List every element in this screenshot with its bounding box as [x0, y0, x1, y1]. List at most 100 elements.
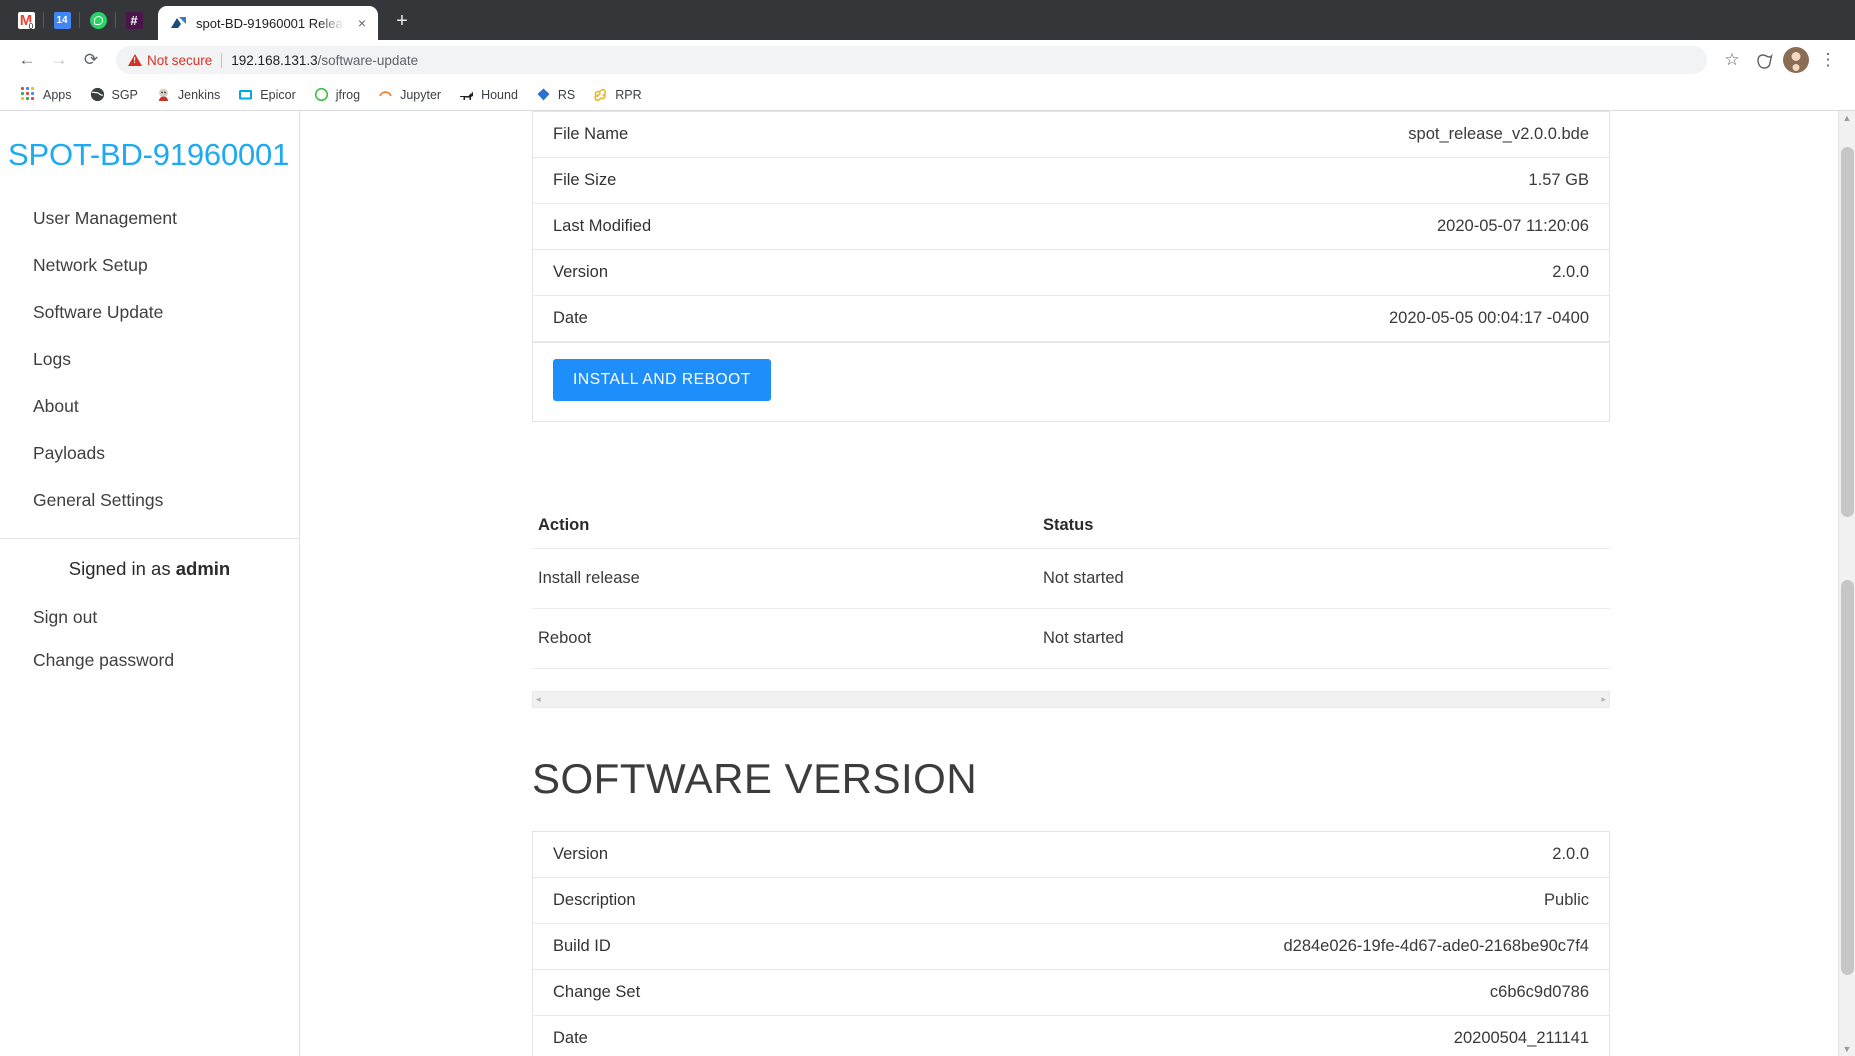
- address-bar[interactable]: Not secure 192.168.131.3 /software-updat…: [116, 46, 1707, 74]
- bookmark-label: RS: [557, 88, 576, 102]
- table-row: Build ID d284e026-19fe-4d67-ade0-2168be9…: [532, 924, 1610, 970]
- row-value: 2.0.0: [1552, 845, 1589, 863]
- browser-window: 14 spot-BD-91960001 Release × + ← → ⟳: [0, 0, 1855, 1056]
- tab-title: spot-BD-91960001 Release: [196, 15, 346, 31]
- row-key: Version: [553, 845, 609, 863]
- gmail-icon: [17, 11, 35, 29]
- sidebar-item-about[interactable]: About: [0, 383, 299, 430]
- bookmarks-bar: Apps SGP Jenkins Epicor jfrog Jupyter Ho…: [0, 80, 1855, 111]
- sidebar-item-label: Network Setup: [33, 255, 148, 275]
- spot-favicon: [170, 15, 188, 31]
- sidebar-item-label: Software Update: [33, 302, 164, 322]
- sidebar-item-sign-out[interactable]: Sign out: [0, 596, 299, 639]
- omnibox-divider: [221, 52, 223, 68]
- sidebar-item-user-management[interactable]: User Management: [0, 195, 299, 242]
- active-browser-tab[interactable]: spot-BD-91960001 Release ×: [158, 6, 378, 40]
- jupyter-icon: [378, 87, 394, 103]
- scrollbar-track[interactable]: [1839, 125, 1855, 1042]
- whatsapp-icon: [89, 11, 107, 29]
- row-value: 1.57 GB: [1528, 171, 1589, 189]
- sidebar-item-label: User Management: [33, 208, 177, 228]
- pinned-tab-whatsapp[interactable]: [79, 3, 116, 37]
- signed-in-status: Signed in as admin: [0, 539, 299, 596]
- row-key: Last Modified: [553, 217, 652, 235]
- bookmark-apps[interactable]: Apps: [12, 83, 81, 108]
- scroll-right-icon[interactable]: ▸: [1601, 695, 1606, 704]
- row-value: c6b6c9d0786: [1489, 983, 1589, 1001]
- install-button-row: INSTALL AND REBOOT: [533, 342, 1610, 422]
- bookmark-rs[interactable]: RS: [527, 83, 584, 108]
- rpr-link-icon: [593, 87, 609, 103]
- table-row: Last Modified 2020-05-07 11:20:06: [532, 204, 1610, 250]
- table-horizontal-scrollbar[interactable]: ◂ ▸: [532, 691, 1610, 708]
- sidebar-item-label: Change password: [33, 650, 175, 670]
- bookmark-label: Hound: [481, 88, 518, 102]
- url-host: 192.168.131.3: [231, 52, 318, 68]
- bookmark-star-icon[interactable]: ☆: [1717, 45, 1747, 75]
- globe-icon: [90, 87, 106, 103]
- column-header-action: Action: [532, 506, 1037, 549]
- row-value: 2020-05-07 11:20:06: [1437, 217, 1589, 235]
- sidebar-item-payloads[interactable]: Payloads: [0, 430, 299, 477]
- pinned-tabs: 14: [8, 0, 152, 40]
- row-key: Version: [553, 263, 609, 281]
- reload-icon[interactable]: ⟳: [76, 45, 106, 75]
- table-row: Version 2.0.0: [532, 250, 1610, 296]
- table-row: Date 20200504_211141: [533, 1016, 1610, 1056]
- row-value: 20200504_211141: [1453, 1029, 1589, 1047]
- bookmark-epicor[interactable]: Epicor: [229, 83, 304, 108]
- menu-icon[interactable]: ⋮: [1813, 45, 1843, 75]
- pinned-tab-slack[interactable]: [115, 3, 152, 37]
- scroll-left-icon[interactable]: ◂: [536, 695, 541, 704]
- row-value: 2020-05-05 00:04:17 -0400: [1389, 309, 1589, 327]
- scrollbar-thumb[interactable]: [1840, 580, 1854, 975]
- sidebar-item-general-settings[interactable]: General Settings: [0, 477, 299, 524]
- row-key: Date: [553, 309, 588, 327]
- avatar[interactable]: [1783, 47, 1809, 73]
- signed-in-username: admin: [175, 558, 231, 579]
- bookmark-sgp[interactable]: SGP: [81, 83, 147, 108]
- bookmark-rpr[interactable]: RPR: [584, 83, 650, 108]
- software-version-table: Version 2.0.0 Description Public Build I…: [532, 831, 1610, 1056]
- bookmark-label: Jenkins: [177, 88, 221, 102]
- status-cell: Not started: [1037, 548, 1610, 609]
- bookmark-label: jfrog: [335, 88, 361, 102]
- bookmark-jenkins[interactable]: Jenkins: [147, 83, 229, 108]
- scroll-down-icon[interactable]: ▼: [1843, 1042, 1852, 1056]
- sidebar: SPOT-BD-91960001 User Management Network…: [0, 111, 300, 1056]
- row-key: Date: [553, 1029, 588, 1047]
- sidebar-item-label: Logs: [33, 349, 71, 369]
- page-scrollbar[interactable]: ▲ ▼: [1838, 111, 1855, 1056]
- bookmark-jupyter[interactable]: Jupyter: [369, 83, 450, 108]
- install-and-reboot-button[interactable]: INSTALL AND REBOOT: [553, 359, 771, 401]
- extension-icon[interactable]: [1749, 45, 1779, 75]
- pinned-tab-gmail[interactable]: [8, 3, 44, 37]
- row-key: Description: [553, 891, 636, 909]
- row-key: File Size: [553, 171, 617, 189]
- scrollbar-thumb[interactable]: [1840, 147, 1854, 517]
- action-cell: Install release: [532, 548, 1037, 609]
- sidebar-item-change-password[interactable]: Change password: [0, 639, 299, 682]
- bookmark-jfrog[interactable]: jfrog: [305, 83, 369, 108]
- not-secure-warning-icon: [128, 53, 142, 67]
- row-value: spot_release_v2.0.0.bde: [1408, 125, 1589, 143]
- table-row: Description Public: [532, 878, 1610, 924]
- sidebar-item-network-setup[interactable]: Network Setup: [0, 242, 299, 289]
- back-icon[interactable]: ←: [12, 45, 42, 75]
- bookmark-hound[interactable]: Hound: [450, 83, 527, 108]
- pinned-tab-calendar[interactable]: 14: [43, 3, 80, 37]
- row-key: File Name: [553, 125, 629, 143]
- row-value: 2.0.0: [1552, 263, 1589, 281]
- scroll-up-icon[interactable]: ▲: [1843, 111, 1852, 125]
- new-tab-button[interactable]: +: [388, 8, 416, 36]
- close-icon[interactable]: ×: [354, 15, 370, 31]
- rs-diamond-icon: [536, 87, 552, 103]
- forward-icon[interactable]: →: [44, 45, 74, 75]
- sidebar-item-software-update[interactable]: Software Update: [0, 289, 299, 336]
- epicor-screen-icon: [238, 87, 254, 103]
- sidebar-item-label: Payloads: [33, 443, 105, 463]
- bookmark-label: RPR: [615, 88, 642, 102]
- apps-grid-icon: [21, 87, 37, 103]
- sidebar-item-logs[interactable]: Logs: [0, 336, 299, 383]
